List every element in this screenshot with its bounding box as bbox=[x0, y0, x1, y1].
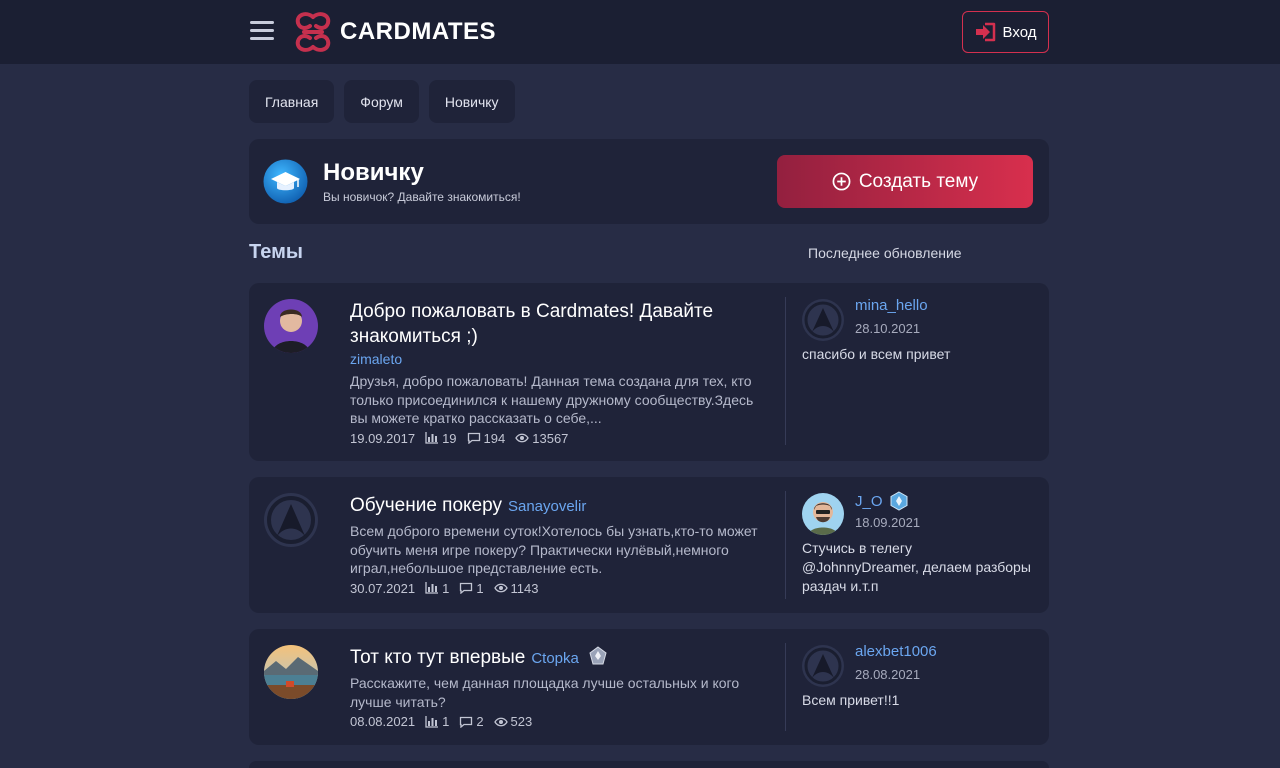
breadcrumb-home[interactable]: Главная bbox=[249, 80, 335, 123]
comment-icon bbox=[460, 582, 473, 594]
eye-icon bbox=[515, 433, 530, 443]
last-avatar[interactable] bbox=[802, 645, 844, 687]
rank-badge-icon bbox=[589, 646, 607, 665]
topic-stats: 1 bbox=[442, 714, 450, 729]
topic-date: 19.09.2017 bbox=[350, 430, 416, 446]
topic-views: 523 bbox=[510, 714, 533, 729]
topic-row[interactable]: Обучение покеру Sanayovelir Всем доброго … bbox=[249, 477, 1049, 613]
topic-meta: 08.08.2021 1 2 523 bbox=[350, 714, 770, 729]
breadcrumb-newbie[interactable]: Новичку bbox=[428, 80, 515, 123]
last-update-heading: Последнее обновление bbox=[808, 245, 962, 261]
last-user[interactable]: alexbet1006 bbox=[855, 643, 937, 660]
topic-row[interactable]: Добро пожаловать в Cardmates! Давайте зн… bbox=[249, 283, 1049, 461]
topic-date: 08.08.2021 bbox=[350, 714, 416, 729]
eye-icon bbox=[493, 583, 508, 593]
divider bbox=[785, 297, 786, 445]
logo-text: CARDMATES bbox=[340, 18, 497, 45]
chart-icon bbox=[425, 432, 439, 444]
topic-meta: 19.09.2017 19 194 13567 bbox=[350, 431, 770, 446]
eye-icon bbox=[493, 717, 508, 726]
last-text: спасибо и всем привет bbox=[802, 346, 951, 362]
topic-replies: 194 bbox=[483, 430, 506, 446]
divider bbox=[785, 643, 786, 731]
topic-title[interactable]: Добро пожаловать в Cardmates! Давайте зн… bbox=[350, 299, 770, 349]
topic-title[interactable]: Обучение покеру bbox=[350, 495, 502, 516]
last-user[interactable]: J_O bbox=[855, 493, 883, 510]
comment-icon bbox=[460, 716, 473, 728]
graduation-cap-icon bbox=[263, 159, 308, 204]
page-title: Новичку bbox=[323, 159, 424, 186]
topic-excerpt: Друзья, добро пожаловать! Данная тема со… bbox=[350, 373, 754, 426]
last-text: Всем привет!!1 bbox=[802, 692, 900, 708]
login-label: Вход bbox=[1002, 23, 1037, 41]
chart-icon bbox=[425, 582, 439, 594]
login-button[interactable]: Вход bbox=[962, 11, 1049, 53]
topics-heading: Темы bbox=[249, 241, 303, 263]
last-date: 28.08.2021 bbox=[855, 667, 921, 682]
avatar[interactable] bbox=[264, 493, 318, 547]
topic-excerpt: Всем доброго времени суток!Хотелось бы у… bbox=[350, 523, 758, 576]
avatar[interactable] bbox=[264, 299, 318, 353]
last-text: Стучись в телегу @JohnnyDreamer, делаем … bbox=[802, 540, 1031, 594]
topic-replies: 1 bbox=[476, 580, 484, 596]
topic-title[interactable]: Тот кто тут впервые bbox=[350, 647, 525, 668]
topic-stats: 19 bbox=[442, 430, 457, 446]
last-avatar[interactable] bbox=[802, 493, 844, 535]
site-logo[interactable]: CARDMATES bbox=[292, 10, 496, 54]
topic-meta: 30.07.2021 1 1 1143 bbox=[350, 581, 770, 596]
last-date: 18.09.2021 bbox=[855, 515, 921, 530]
topic-views: 13567 bbox=[532, 430, 569, 446]
plus-circle-icon bbox=[832, 172, 851, 191]
chart-icon bbox=[425, 715, 439, 728]
last-date: 28.10.2021 bbox=[855, 321, 921, 336]
topic-author[interactable]: Ctopka bbox=[531, 650, 579, 667]
forum-subtitle: Вы новичок? Давайте знакомиться! bbox=[323, 190, 521, 204]
comment-icon bbox=[467, 432, 480, 444]
topic-excerpt: Расскажите, чем данная площадка лучше ос… bbox=[350, 675, 740, 710]
forum-header: Новичку Вы новичок? Давайте знакомиться!… bbox=[249, 139, 1049, 224]
topic-row[interactable] bbox=[249, 761, 1049, 768]
login-icon bbox=[975, 22, 995, 42]
avatar[interactable] bbox=[264, 645, 318, 699]
rank-badge-icon bbox=[890, 491, 908, 511]
cardmates-logo-icon bbox=[295, 12, 331, 52]
topic-author[interactable]: zimaleto bbox=[350, 349, 770, 369]
topic-replies: 2 bbox=[476, 714, 484, 729]
top-bar: CARDMATES Вход bbox=[0, 0, 1280, 64]
create-topic-label: Создать тему bbox=[858, 170, 979, 192]
create-topic-button[interactable]: Создать тему bbox=[777, 155, 1033, 208]
divider bbox=[785, 491, 786, 599]
topic-views: 1143 bbox=[510, 580, 539, 596]
last-user[interactable]: mina_hello bbox=[855, 297, 928, 314]
menu-icon[interactable] bbox=[250, 21, 274, 41]
topic-row[interactable]: Тот кто тут впервые Ctopka Расскажите, че… bbox=[249, 629, 1049, 745]
last-avatar[interactable] bbox=[802, 299, 844, 341]
topic-stats: 1 bbox=[442, 580, 450, 596]
breadcrumb: Главная Форум Новичку bbox=[249, 80, 515, 123]
breadcrumb-forum[interactable]: Форум bbox=[344, 80, 419, 123]
topic-author[interactable]: Sanayovelir bbox=[508, 498, 586, 515]
topic-date: 30.07.2021 bbox=[350, 580, 416, 596]
